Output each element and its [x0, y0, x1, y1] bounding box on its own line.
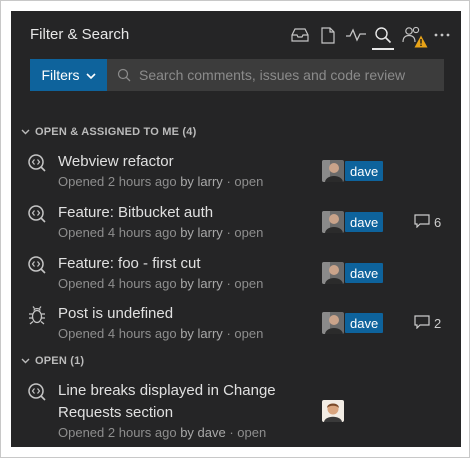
assignee[interactable]: dave [322, 160, 384, 182]
section-title: OPEN & ASSIGNED TO ME (4) [35, 126, 197, 138]
avatar [322, 262, 344, 284]
code-review-icon [27, 153, 47, 173]
assignee-name: dave [345, 263, 384, 283]
meta-author: by dave [180, 425, 226, 440]
avatar [322, 312, 344, 334]
more-icon[interactable] [431, 24, 453, 46]
assignee-name: dave [345, 161, 384, 181]
comment-icon [414, 213, 430, 231]
meta-time: 4 hours ago [107, 276, 177, 291]
assignee-name: dave [345, 313, 384, 333]
filters-label: Filters [41, 67, 80, 83]
comment-count: 2 [414, 314, 441, 332]
item-meta: Opened 4 hours ago by larry · open [58, 326, 263, 341]
avatar [322, 160, 344, 182]
meta-author: by larry [180, 225, 223, 240]
search-icon[interactable] [372, 24, 394, 46]
window-frame: Filter & Search Filters Search comments,… [0, 0, 470, 458]
assignee[interactable]: dave [322, 211, 384, 233]
meta-status: · open [226, 174, 264, 189]
file-icon[interactable] [317, 24, 339, 46]
activity-icon[interactable] [345, 24, 367, 46]
meta-prefix: Opened [58, 425, 105, 440]
meta-prefix: Opened [58, 225, 105, 240]
comment-count: 6 [414, 213, 441, 231]
item-title: Line breaks displayed in Change Requests… [58, 380, 276, 424]
meta-time: 4 hours ago [107, 326, 177, 341]
search-input[interactable] [139, 59, 429, 91]
comment-icon [414, 314, 430, 332]
item-title-line: Requests section [58, 404, 174, 421]
list-item[interactable]: Line breaks displayed in Change Requests… [11, 380, 461, 444]
chevron-down-icon [19, 355, 31, 367]
chevron-down-icon [19, 126, 31, 138]
list-item[interactable]: Post is undefined Opened 4 hours ago by … [11, 303, 461, 345]
item-meta: Opened 4 hours ago by larry · open [58, 276, 263, 291]
comment-count-value: 2 [434, 315, 442, 331]
meta-prefix: Opened [58, 174, 105, 189]
panel-header: Filter & Search [11, 11, 461, 59]
meta-prefix: Opened [58, 276, 105, 291]
code-review-icon [27, 255, 47, 275]
item-title: Webview refactor [58, 153, 174, 170]
section-header-open[interactable]: OPEN (1) [19, 352, 84, 370]
inbox-icon[interactable] [289, 24, 311, 46]
filters-button[interactable]: Filters [30, 59, 107, 91]
meta-status: · open [229, 425, 267, 440]
item-title-line: Line breaks displayed in Change [58, 382, 276, 399]
item-meta: Opened 4 hours ago by larry · open [58, 225, 263, 240]
search-box [107, 59, 444, 91]
meta-time: 4 hours ago [107, 225, 177, 240]
active-view-indicator [372, 48, 394, 50]
meta-time: 2 hours ago [107, 425, 177, 440]
avatar [322, 400, 344, 422]
avatar [322, 211, 344, 233]
section-title: OPEN (1) [35, 355, 85, 367]
meta-author: by larry [180, 276, 223, 291]
chevron-down-icon [85, 67, 96, 83]
list-item[interactable]: Feature: foo - first cut Opened 4 hours … [11, 253, 461, 295]
item-title: Feature: Bitbucket auth [58, 204, 214, 221]
meta-author: by larry [180, 326, 223, 341]
warning-icon [414, 35, 428, 53]
filter-search-panel: Filter & Search Filters Search comments,… [11, 11, 461, 447]
list-item[interactable]: Webview refactor Opened 2 hours ago by l… [11, 151, 461, 193]
meta-time: 2 hours ago [107, 174, 177, 189]
meta-status: · open [226, 225, 264, 240]
list-item[interactable]: Feature: Bitbucket auth Opened 4 hours a… [11, 202, 461, 244]
assignee[interactable]: dave [322, 312, 384, 334]
assignee[interactable] [322, 400, 344, 422]
item-title: Post is undefined [58, 305, 174, 322]
section-header-open-assigned[interactable]: OPEN & ASSIGNED TO ME (4) [19, 123, 196, 141]
bug-icon [27, 305, 47, 325]
meta-prefix: Opened [58, 326, 105, 341]
assignee[interactable]: dave [322, 262, 384, 284]
item-meta: Opened 2 hours ago by larry · open [58, 174, 263, 189]
code-review-icon [27, 204, 47, 224]
panel-title: Filter & Search [30, 26, 130, 43]
comment-count-value: 6 [434, 214, 442, 230]
assignee-name: dave [345, 212, 384, 232]
search-icon [117, 68, 131, 85]
item-meta: Opened 2 hours ago by dave · open [58, 425, 266, 440]
meta-author: by larry [180, 174, 223, 189]
meta-status: · open [226, 326, 264, 341]
item-title: Feature: foo - first cut [58, 255, 201, 272]
meta-status: · open [226, 276, 264, 291]
code-review-icon [27, 382, 47, 402]
